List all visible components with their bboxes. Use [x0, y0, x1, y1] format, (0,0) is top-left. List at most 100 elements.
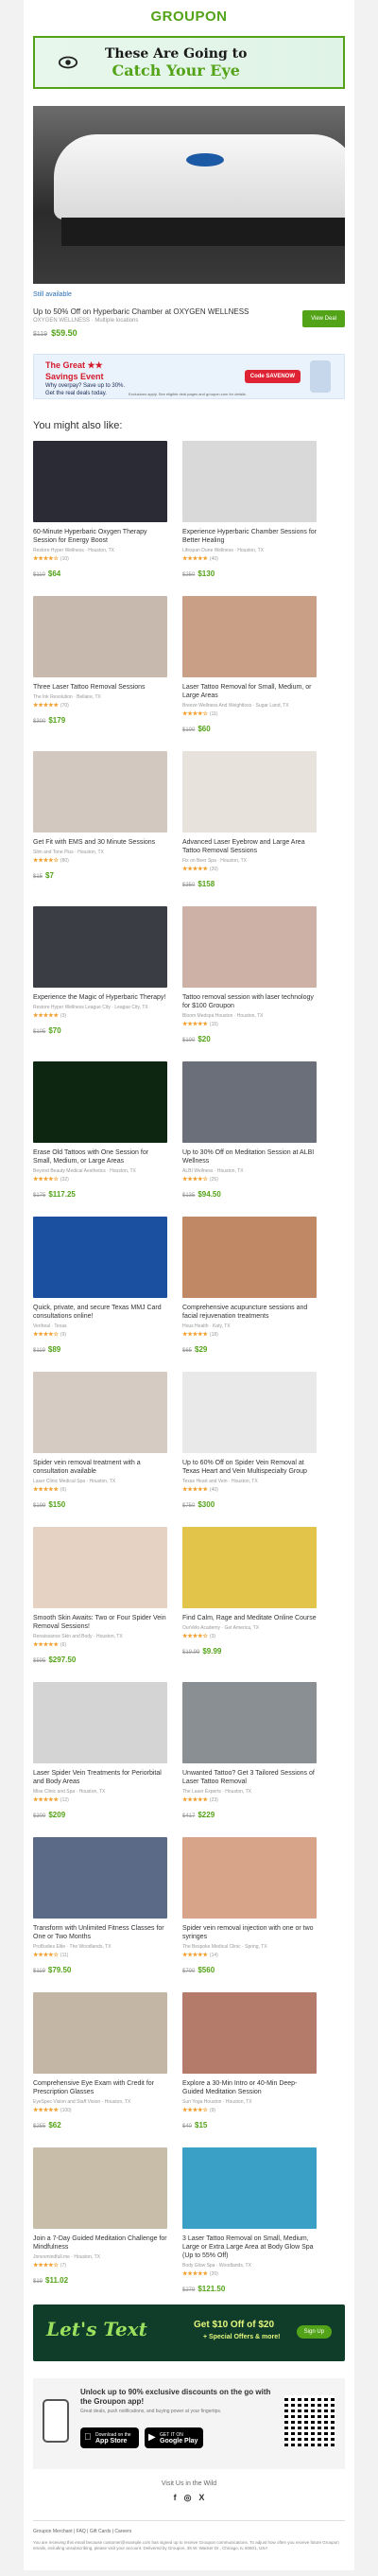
deal-image[interactable]: [182, 751, 317, 832]
deal-card[interactable]: Unwanted Tattoo? Get 3 Tailored Sessions…: [182, 1682, 317, 1826]
price-new: $60: [198, 725, 211, 733]
deal-card[interactable]: Laser Tattoo Removal for Small, Medium, …: [182, 596, 317, 740]
deal-card[interactable]: Comprehensive Eye Exam with Credit for P…: [33, 1992, 167, 2136]
deal-title[interactable]: 3 Laser Tattoo Removal on Small, Medium,…: [182, 2234, 317, 2260]
deal-card[interactable]: Spider vein removal treatment with a con…: [33, 1372, 167, 1516]
rating-count: (15): [209, 1022, 218, 1027]
deal-card[interactable]: Join a 7-Day Guided Meditation Challenge…: [33, 2147, 167, 2291]
deal-image[interactable]: [182, 1372, 317, 1453]
deal-card[interactable]: Spider vein removal injection with one o…: [182, 1837, 317, 1981]
deal-image[interactable]: [182, 1992, 317, 2074]
hero-banner[interactable]: These Are Going to Catch Your Eye: [33, 36, 345, 89]
groupon-logo[interactable]: GROUPON: [150, 9, 227, 25]
deal-card[interactable]: Laser Spider Vein Treatments for Periorb…: [33, 1682, 167, 1826]
deal-title[interactable]: Erase Old Tattoos with One Session for S…: [33, 1148, 167, 1165]
deal-price: $135 $94.50: [182, 1184, 317, 1201]
deal-title[interactable]: Three Laser Tattoo Removal Sessions: [33, 683, 167, 692]
deal-card[interactable]: Explore a 30-Min Intro or 40-Min Deep-Gu…: [182, 1992, 317, 2136]
deal-card[interactable]: Up to 60% Off on Spider Vein Removal at …: [182, 1372, 317, 1516]
deal-image[interactable]: [33, 1682, 167, 1763]
deal-image[interactable]: [182, 906, 317, 988]
sign-up-button[interactable]: Sign Up: [296, 2325, 332, 2339]
deal-image[interactable]: [33, 906, 167, 988]
deal-card[interactable]: Erase Old Tattoos with One Session for S…: [33, 1061, 167, 1205]
deal-card[interactable]: 3 Laser Tattoo Removal on Small, Medium,…: [182, 2147, 317, 2293]
deal-title[interactable]: Smooth Skin Awaits: Two or Four Spider V…: [33, 1614, 167, 1631]
chamber-shape: [54, 134, 345, 219]
deal-title[interactable]: Quick, private, and secure Texas MMJ Car…: [33, 1304, 167, 1321]
deal-image[interactable]: [182, 1527, 317, 1608]
deal-image[interactable]: [33, 1837, 167, 1919]
qr-code[interactable]: [284, 2395, 335, 2446]
deal-image[interactable]: [182, 1217, 317, 1298]
deal-title[interactable]: Comprehensive Eye Exam with Credit for P…: [33, 2079, 167, 2096]
deal-card[interactable]: 60-Minute Hyperbaric Oxygen Therapy Sess…: [33, 441, 167, 585]
instagram-icon[interactable]: ◎: [184, 2493, 192, 2503]
deal-card[interactable]: Advanced Laser Eyebrow and Large Area Ta…: [182, 751, 317, 895]
deal-card[interactable]: Transform with Unlimited Fitness Classes…: [33, 1837, 167, 1981]
x-twitter-icon[interactable]: X: [198, 2493, 204, 2503]
rating-count: (40): [209, 556, 218, 562]
footer-links[interactable]: Groupon Merchant | FAQ | Gift Cards | Ca…: [33, 2529, 345, 2534]
deal-title[interactable]: Comprehensive acupuncture sessions and f…: [182, 1304, 317, 1321]
deal-card[interactable]: Smooth Skin Awaits: Two or Four Spider V…: [33, 1527, 167, 1671]
deal-image[interactable]: [182, 441, 317, 522]
deal-title[interactable]: Unwanted Tattoo? Get 3 Tailored Sessions…: [182, 1769, 317, 1786]
deal-title[interactable]: Spider vein removal injection with one o…: [182, 1924, 317, 1941]
deal-title[interactable]: Experience Hyperbaric Chamber Sessions f…: [182, 528, 317, 545]
deal-image[interactable]: [33, 751, 167, 832]
deal-card[interactable]: Comprehensive acupuncture sessions and f…: [182, 1217, 317, 1360]
deal-card[interactable]: Up to 30% Off on Meditation Session at A…: [182, 1061, 317, 1205]
deal-title[interactable]: Tattoo removal session with laser techno…: [182, 993, 317, 1010]
deal-image[interactable]: [33, 1372, 167, 1453]
deal-title[interactable]: Explore a 30-Min Intro or 40-Min Deep-Gu…: [182, 2079, 317, 2096]
sms-signup-banner[interactable]: Let's Text Get $10 Off of $20 + Special …: [33, 2304, 345, 2361]
rating-count: (3): [209, 1634, 216, 1639]
deal-card[interactable]: Get Fit with EMS and 30 Minute Sessions S…: [33, 751, 167, 895]
deal-card[interactable]: Tattoo removal session with laser techno…: [182, 906, 317, 1050]
google-play-button[interactable]: ▶ GET IT ON Google Play: [145, 2427, 203, 2448]
deal-title[interactable]: Up to 60% Off on Spider Vein Removal at …: [182, 1459, 317, 1476]
deal-image[interactable]: [182, 2147, 317, 2229]
deal-title[interactable]: Laser Spider Vein Treatments for Periorb…: [33, 1769, 167, 1786]
deal-price: $417 $229: [182, 1805, 317, 1822]
feature-deal-image[interactable]: [33, 106, 345, 284]
deal-title[interactable]: Advanced Laser Eyebrow and Large Area Ta…: [182, 838, 317, 855]
availability-badge: Still available: [33, 291, 72, 298]
deal-image[interactable]: [182, 1837, 317, 1919]
deal-image[interactable]: [33, 1061, 167, 1143]
deal-rating: ★★★★★ (40): [182, 1486, 317, 1493]
deal-image[interactable]: [33, 1217, 167, 1298]
view-deal-button[interactable]: View Deal: [302, 310, 345, 327]
deal-image[interactable]: [182, 1061, 317, 1143]
deal-image[interactable]: [33, 596, 167, 677]
rating-count: (3): [60, 1013, 67, 1019]
deal-image[interactable]: [182, 596, 317, 677]
deal-card[interactable]: Experience the Magic of Hyperbaric Thera…: [33, 906, 167, 1050]
price-old: $19: [33, 2279, 43, 2285]
deal-title[interactable]: Join a 7-Day Guided Meditation Challenge…: [33, 2234, 167, 2252]
deal-rating: ★★★★★ (6): [33, 1641, 167, 1648]
facebook-icon[interactable]: f: [174, 2493, 177, 2503]
deal-title[interactable]: 60-Minute Hyperbaric Oxygen Therapy Sess…: [33, 528, 167, 545]
deal-title[interactable]: Find Calm, Rage and Meditate Online Cour…: [182, 1614, 317, 1622]
deal-image[interactable]: [33, 441, 167, 522]
savings-event-banner[interactable]: The Great ★★ Savings Event Why overpay? …: [33, 354, 345, 399]
deal-title[interactable]: Up to 30% Off on Meditation Session at A…: [182, 1148, 317, 1165]
deal-image[interactable]: [33, 2147, 167, 2229]
deal-card[interactable]: Find Calm, Rage and Meditate Online Cour…: [182, 1527, 317, 1671]
deal-title[interactable]: Spider vein removal treatment with a con…: [33, 1459, 167, 1476]
price-old: $350: [182, 883, 196, 888]
deal-title[interactable]: Experience the Magic of Hyperbaric Thera…: [33, 993, 167, 1002]
app-store-button[interactable]:  Download on the App Store: [80, 2427, 139, 2448]
deal-card[interactable]: Three Laser Tattoo Removal Sessions The I…: [33, 596, 167, 740]
deal-title[interactable]: Transform with Unlimited Fitness Classes…: [33, 1924, 167, 1941]
deal-card[interactable]: Experience Hyperbaric Chamber Sessions f…: [182, 441, 317, 585]
deal-title[interactable]: Laser Tattoo Removal for Small, Medium, …: [182, 683, 317, 700]
deal-image[interactable]: [182, 1682, 317, 1763]
deal-image[interactable]: [33, 1527, 167, 1608]
deal-title[interactable]: Get Fit with EMS and 30 Minute Sessions: [33, 838, 167, 847]
feature-deal-title[interactable]: Up to 50% Off on Hyperbaric Chamber at O…: [33, 307, 345, 316]
deal-image[interactable]: [33, 1992, 167, 2074]
deal-card[interactable]: Quick, private, and secure Texas MMJ Car…: [33, 1217, 167, 1360]
